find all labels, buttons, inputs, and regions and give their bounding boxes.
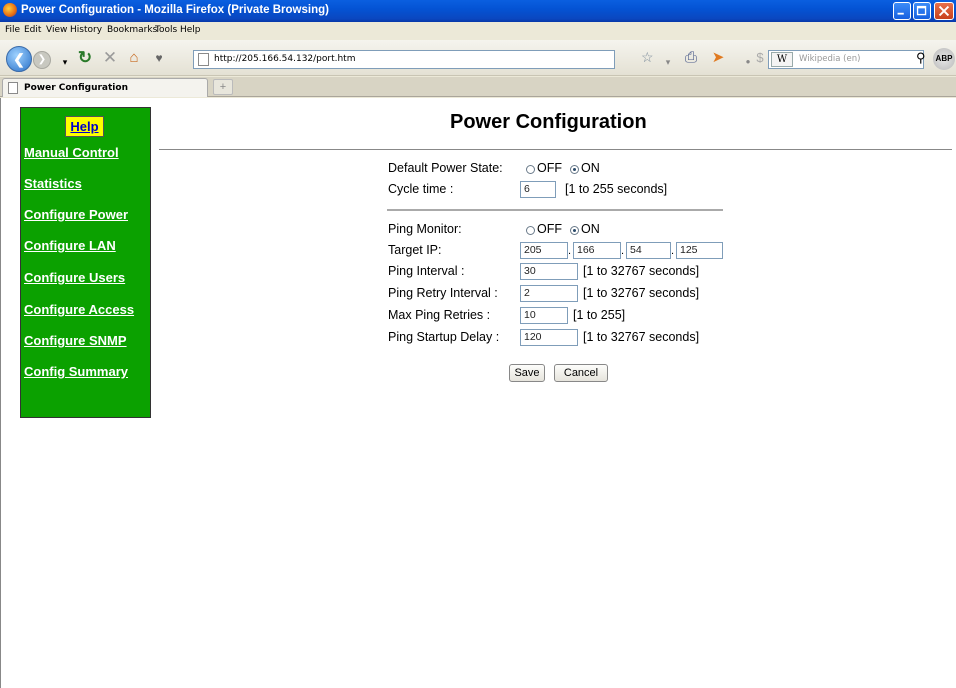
- target-ip-octet-4[interactable]: 125: [676, 242, 723, 259]
- tab-power-configuration[interactable]: Power Configuration: [2, 78, 208, 97]
- ping-monitor-off-radio[interactable]: [526, 226, 535, 235]
- default-power-on-label: ON: [581, 161, 600, 175]
- search-input[interactable]: Wikipedia (en): [799, 54, 860, 64]
- address-bar[interactable]: http://205.166.54.132/port.htm: [193, 50, 615, 69]
- stop-icon[interactable]: ✕: [100, 49, 120, 67]
- history-dropdown-icon[interactable]: ▾: [55, 53, 75, 71]
- sidebar: Help Manual Control Statistics Configure…: [20, 107, 151, 418]
- default-power-state-label: Default Power State:: [388, 161, 503, 175]
- cycle-time-hint: [1 to 255 seconds]: [565, 182, 668, 196]
- reload-icon[interactable]: ↻: [75, 49, 95, 67]
- search-magnifier-icon[interactable]: ⚲: [916, 50, 926, 66]
- ping-monitor-label: Ping Monitor:: [388, 222, 462, 236]
- page-icon: [198, 53, 209, 66]
- page-content: Help Manual Control Statistics Configure…: [0, 98, 956, 688]
- window-title: Power Configuration - Mozilla Firefox (P…: [21, 4, 329, 16]
- ip-dot: .: [621, 245, 625, 257]
- menu-bookmarks[interactable]: Bookmarks: [107, 25, 157, 35]
- page-title: Power Configuration: [450, 111, 647, 133]
- bookmark-star-icon[interactable]: ☆: [641, 49, 654, 66]
- ping-startup-delay-label: Ping Startup Delay :: [388, 330, 500, 344]
- sidebar-item-statistics[interactable]: Statistics: [24, 176, 82, 191]
- private-mode-icon: ♥: [155, 51, 163, 65]
- tab-bar: Power Configuration +: [0, 77, 956, 97]
- section-divider: [387, 209, 723, 211]
- default-power-off-label: OFF: [537, 161, 562, 175]
- ping-startup-delay-hint: [1 to 32767 seconds]: [583, 330, 700, 344]
- cycle-time-label: Cycle time :: [388, 182, 454, 196]
- default-power-on-radio[interactable]: [570, 165, 579, 174]
- ping-interval-hint: [1 to 32767 seconds]: [583, 264, 700, 278]
- target-ip-octet-3[interactable]: 54: [626, 242, 671, 259]
- ping-retry-interval-input[interactable]: 2: [520, 285, 578, 302]
- target-ip-octet-1[interactable]: 205: [520, 242, 568, 259]
- save-button[interactable]: Save: [509, 364, 545, 382]
- home-icon[interactable]: ⌂: [124, 49, 144, 67]
- minimize-button[interactable]: [893, 2, 911, 20]
- target-ip-label: Target IP:: [388, 243, 442, 257]
- divider: [159, 149, 952, 150]
- sidebar-item-configure-snmp[interactable]: Configure SNMP: [24, 333, 127, 348]
- ping-startup-delay-input[interactable]: 120: [520, 329, 578, 346]
- menu-help[interactable]: Help: [180, 25, 201, 35]
- sync-icon[interactable]: $: [750, 49, 770, 67]
- ping-monitor-off-label: OFF: [537, 222, 562, 236]
- ping-interval-label: Ping Interval :: [388, 264, 465, 278]
- adblock-button[interactable]: ABP: [933, 48, 955, 70]
- print-icon[interactable]: ⎙: [681, 49, 701, 67]
- ip-dot: .: [671, 245, 675, 257]
- target-ip-octet-2[interactable]: 166: [573, 242, 621, 259]
- ping-interval-input[interactable]: 30: [520, 263, 578, 280]
- address-url[interactable]: http://205.166.54.132/port.htm: [214, 54, 355, 64]
- menu-edit[interactable]: Edit: [24, 25, 41, 35]
- sidebar-item-config-summary[interactable]: Config Summary: [24, 364, 128, 379]
- sidebar-item-configure-power[interactable]: Configure Power: [24, 207, 128, 222]
- url-dropdown-icon[interactable]: ▾: [658, 53, 678, 71]
- sidebar-item-configure-lan[interactable]: Configure LAN: [24, 238, 116, 253]
- ping-retry-interval-hint: [1 to 32767 seconds]: [583, 286, 700, 300]
- sidebar-item-configure-users[interactable]: Configure Users: [24, 270, 125, 285]
- ping-retry-interval-label: Ping Retry Interval :: [388, 286, 498, 300]
- back-arrow-icon[interactable]: ❮: [6, 46, 32, 72]
- ping-monitor-on-radio[interactable]: [570, 226, 579, 235]
- help-button[interactable]: Help: [65, 116, 104, 137]
- max-ping-retries-input[interactable]: 10: [520, 307, 568, 324]
- firefox-logo-icon: [3, 3, 17, 17]
- navigation-toolbar: ❮ ❯ ▾ ↻ ✕ ⌂ ♥ http://205.166.54.132/port…: [0, 40, 956, 76]
- tab-label: Power Configuration: [24, 83, 128, 93]
- menu-file[interactable]: File: [5, 25, 20, 35]
- cycle-time-input[interactable]: 6: [520, 181, 556, 198]
- title-bar[interactable]: Power Configuration - Mozilla Firefox (P…: [0, 0, 956, 22]
- sidebar-item-configure-access[interactable]: Configure Access: [24, 302, 134, 317]
- menu-view[interactable]: View: [46, 25, 67, 35]
- addon-icon[interactable]: ➤: [708, 49, 728, 67]
- max-ping-retries-hint: [1 to 255]: [573, 308, 626, 322]
- menu-tools[interactable]: Tools: [155, 25, 177, 35]
- close-button[interactable]: [934, 2, 954, 20]
- cancel-button[interactable]: Cancel: [554, 364, 608, 382]
- ping-monitor-on-label: ON: [581, 222, 600, 236]
- new-tab-button[interactable]: +: [213, 79, 233, 95]
- menu-bar: File Edit View History Bookmarks Tools H…: [0, 22, 956, 40]
- max-ping-retries-label: Max Ping Retries :: [388, 308, 491, 322]
- ip-dot: .: [568, 245, 572, 257]
- search-box[interactable]: W Wikipedia (en): [768, 50, 924, 69]
- default-power-off-radio[interactable]: [526, 165, 535, 174]
- menu-history[interactable]: History: [70, 25, 102, 35]
- forward-arrow-icon[interactable]: ❯: [33, 51, 51, 69]
- wikipedia-icon[interactable]: W: [771, 52, 793, 67]
- tab-page-icon: [8, 82, 18, 94]
- maximize-button[interactable]: [913, 2, 931, 20]
- browser-window: Power Configuration - Mozilla Firefox (P…: [0, 0, 956, 688]
- sidebar-item-manual-control[interactable]: Manual Control: [24, 145, 119, 160]
